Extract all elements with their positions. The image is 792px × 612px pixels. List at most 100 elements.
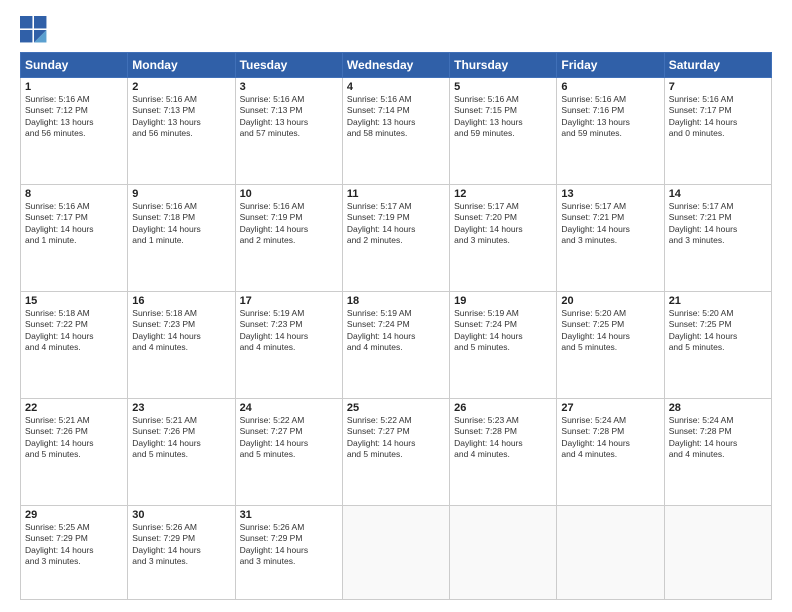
day-info: Sunrise: 5:21 AM Sunset: 7:26 PM Dayligh… [25,415,123,461]
calendar-cell: 27Sunrise: 5:24 AM Sunset: 7:28 PM Dayli… [557,399,664,506]
day-number: 25 [347,402,445,414]
calendar-cell: 1Sunrise: 5:16 AM Sunset: 7:12 PM Daylig… [21,78,128,185]
day-number: 7 [669,81,767,93]
calendar-cell [342,506,449,600]
day-info: Sunrise: 5:16 AM Sunset: 7:17 PM Dayligh… [669,94,767,140]
day-info: Sunrise: 5:17 AM Sunset: 7:20 PM Dayligh… [454,201,552,247]
weekday-header: Saturday [664,53,771,78]
day-info: Sunrise: 5:16 AM Sunset: 7:13 PM Dayligh… [132,94,230,140]
calendar-cell: 29Sunrise: 5:25 AM Sunset: 7:29 PM Dayli… [21,506,128,600]
calendar-cell: 23Sunrise: 5:21 AM Sunset: 7:26 PM Dayli… [128,399,235,506]
day-info: Sunrise: 5:18 AM Sunset: 7:23 PM Dayligh… [132,308,230,354]
day-info: Sunrise: 5:18 AM Sunset: 7:22 PM Dayligh… [25,308,123,354]
weekday-header: Wednesday [342,53,449,78]
day-number: 2 [132,81,230,93]
day-number: 13 [561,188,659,200]
day-number: 5 [454,81,552,93]
weekday-header: Thursday [450,53,557,78]
day-info: Sunrise: 5:20 AM Sunset: 7:25 PM Dayligh… [669,308,767,354]
calendar-cell: 25Sunrise: 5:22 AM Sunset: 7:27 PM Dayli… [342,399,449,506]
day-number: 1 [25,81,123,93]
day-info: Sunrise: 5:16 AM Sunset: 7:14 PM Dayligh… [347,94,445,140]
calendar-week-row: 22Sunrise: 5:21 AM Sunset: 7:26 PM Dayli… [21,399,772,506]
day-number: 14 [669,188,767,200]
logo-icon [20,16,48,44]
day-info: Sunrise: 5:22 AM Sunset: 7:27 PM Dayligh… [240,415,338,461]
day-info: Sunrise: 5:17 AM Sunset: 7:21 PM Dayligh… [561,201,659,247]
day-info: Sunrise: 5:16 AM Sunset: 7:12 PM Dayligh… [25,94,123,140]
calendar-cell: 20Sunrise: 5:20 AM Sunset: 7:25 PM Dayli… [557,292,664,399]
day-number: 9 [132,188,230,200]
calendar-cell: 26Sunrise: 5:23 AM Sunset: 7:28 PM Dayli… [450,399,557,506]
calendar-cell: 4Sunrise: 5:16 AM Sunset: 7:14 PM Daylig… [342,78,449,185]
day-info: Sunrise: 5:21 AM Sunset: 7:26 PM Dayligh… [132,415,230,461]
day-number: 21 [669,295,767,307]
calendar-cell: 17Sunrise: 5:19 AM Sunset: 7:23 PM Dayli… [235,292,342,399]
calendar-cell: 11Sunrise: 5:17 AM Sunset: 7:19 PM Dayli… [342,185,449,292]
day-number: 30 [132,509,230,521]
calendar-cell [450,506,557,600]
day-number: 4 [347,81,445,93]
day-info: Sunrise: 5:16 AM Sunset: 7:15 PM Dayligh… [454,94,552,140]
calendar-cell: 9Sunrise: 5:16 AM Sunset: 7:18 PM Daylig… [128,185,235,292]
calendar-week-row: 29Sunrise: 5:25 AM Sunset: 7:29 PM Dayli… [21,506,772,600]
day-info: Sunrise: 5:16 AM Sunset: 7:18 PM Dayligh… [132,201,230,247]
day-number: 11 [347,188,445,200]
day-info: Sunrise: 5:24 AM Sunset: 7:28 PM Dayligh… [561,415,659,461]
day-info: Sunrise: 5:17 AM Sunset: 7:19 PM Dayligh… [347,201,445,247]
day-number: 22 [25,402,123,414]
day-number: 17 [240,295,338,307]
calendar-cell: 2Sunrise: 5:16 AM Sunset: 7:13 PM Daylig… [128,78,235,185]
day-info: Sunrise: 5:19 AM Sunset: 7:24 PM Dayligh… [454,308,552,354]
calendar-cell: 28Sunrise: 5:24 AM Sunset: 7:28 PM Dayli… [664,399,771,506]
day-number: 16 [132,295,230,307]
day-info: Sunrise: 5:23 AM Sunset: 7:28 PM Dayligh… [454,415,552,461]
calendar-week-row: 8Sunrise: 5:16 AM Sunset: 7:17 PM Daylig… [21,185,772,292]
weekday-header: Monday [128,53,235,78]
calendar-week-row: 15Sunrise: 5:18 AM Sunset: 7:22 PM Dayli… [21,292,772,399]
day-number: 27 [561,402,659,414]
calendar-table: SundayMondayTuesdayWednesdayThursdayFrid… [20,52,772,600]
calendar-cell: 8Sunrise: 5:16 AM Sunset: 7:17 PM Daylig… [21,185,128,292]
day-info: Sunrise: 5:20 AM Sunset: 7:25 PM Dayligh… [561,308,659,354]
calendar-week-row: 1Sunrise: 5:16 AM Sunset: 7:12 PM Daylig… [21,78,772,185]
day-info: Sunrise: 5:16 AM Sunset: 7:16 PM Dayligh… [561,94,659,140]
day-info: Sunrise: 5:16 AM Sunset: 7:19 PM Dayligh… [240,201,338,247]
calendar-cell: 6Sunrise: 5:16 AM Sunset: 7:16 PM Daylig… [557,78,664,185]
day-info: Sunrise: 5:26 AM Sunset: 7:29 PM Dayligh… [240,522,338,568]
logo [20,16,52,44]
day-number: 19 [454,295,552,307]
day-number: 3 [240,81,338,93]
calendar-cell: 19Sunrise: 5:19 AM Sunset: 7:24 PM Dayli… [450,292,557,399]
day-number: 23 [132,402,230,414]
weekday-header: Tuesday [235,53,342,78]
calendar-cell: 5Sunrise: 5:16 AM Sunset: 7:15 PM Daylig… [450,78,557,185]
calendar-cell: 21Sunrise: 5:20 AM Sunset: 7:25 PM Dayli… [664,292,771,399]
day-info: Sunrise: 5:25 AM Sunset: 7:29 PM Dayligh… [25,522,123,568]
day-number: 29 [25,509,123,521]
day-info: Sunrise: 5:17 AM Sunset: 7:21 PM Dayligh… [669,201,767,247]
day-number: 26 [454,402,552,414]
day-number: 15 [25,295,123,307]
day-number: 6 [561,81,659,93]
day-number: 31 [240,509,338,521]
calendar-cell [664,506,771,600]
page: SundayMondayTuesdayWednesdayThursdayFrid… [0,0,792,612]
day-info: Sunrise: 5:24 AM Sunset: 7:28 PM Dayligh… [669,415,767,461]
day-info: Sunrise: 5:16 AM Sunset: 7:17 PM Dayligh… [25,201,123,247]
day-number: 20 [561,295,659,307]
day-info: Sunrise: 5:26 AM Sunset: 7:29 PM Dayligh… [132,522,230,568]
calendar-cell: 22Sunrise: 5:21 AM Sunset: 7:26 PM Dayli… [21,399,128,506]
calendar-cell: 13Sunrise: 5:17 AM Sunset: 7:21 PM Dayli… [557,185,664,292]
day-number: 8 [25,188,123,200]
calendar-cell: 24Sunrise: 5:22 AM Sunset: 7:27 PM Dayli… [235,399,342,506]
weekday-header: Sunday [21,53,128,78]
calendar-cell: 16Sunrise: 5:18 AM Sunset: 7:23 PM Dayli… [128,292,235,399]
day-number: 18 [347,295,445,307]
calendar-cell: 3Sunrise: 5:16 AM Sunset: 7:13 PM Daylig… [235,78,342,185]
calendar-cell: 30Sunrise: 5:26 AM Sunset: 7:29 PM Dayli… [128,506,235,600]
day-info: Sunrise: 5:19 AM Sunset: 7:24 PM Dayligh… [347,308,445,354]
day-number: 24 [240,402,338,414]
calendar-cell: 7Sunrise: 5:16 AM Sunset: 7:17 PM Daylig… [664,78,771,185]
calendar-cell: 12Sunrise: 5:17 AM Sunset: 7:20 PM Dayli… [450,185,557,292]
